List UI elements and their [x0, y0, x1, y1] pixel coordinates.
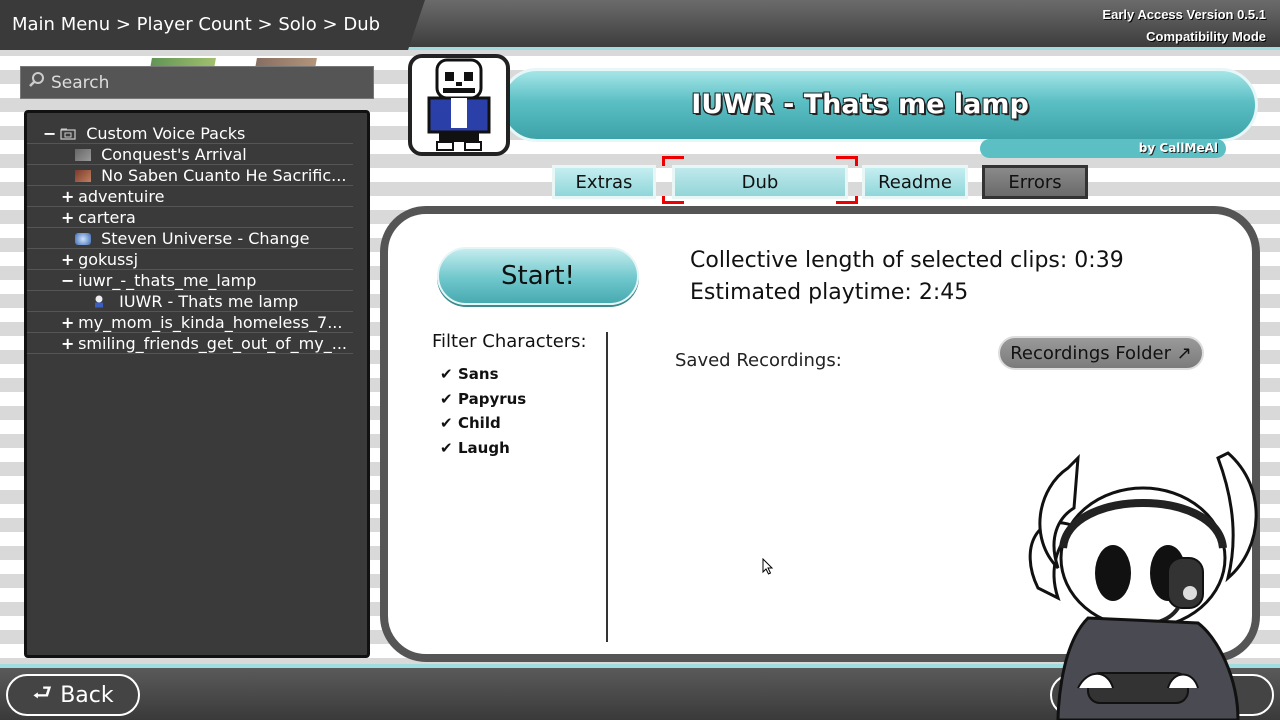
filter-label: Child — [458, 414, 501, 432]
filter-checkbox-papyrus[interactable]: ✔ Papyrus — [440, 390, 526, 408]
tree-item-label: adventuire — [78, 187, 165, 206]
check-icon: ✔ — [440, 439, 453, 457]
tab-extras[interactable]: Extras — [552, 165, 656, 199]
sans-sprite-icon — [427, 58, 491, 151]
compatibility-mode-label: Compatibility Mode — [1146, 29, 1266, 44]
tree-item-label: Custom Voice Packs — [86, 124, 246, 143]
selection-bracket — [836, 156, 858, 166]
folder-icon — [60, 124, 76, 140]
selection-bracket — [662, 196, 684, 204]
tree-item-cartera[interactable]: + cartera — [27, 207, 353, 228]
mascot-character-icon — [1028, 451, 1258, 720]
tree-item-label: my_mom_is_kinda_homeless_7... — [78, 313, 343, 332]
collective-length: Collective length of selected clips: 0:3… — [690, 248, 1124, 273]
tree-item-iuwr-pack[interactable]: IUWR - Thats me lamp — [27, 291, 353, 312]
filter-characters-title: Filter Characters: — [432, 331, 587, 352]
filter-label: Sans — [458, 365, 499, 383]
saved-recordings-title: Saved Recordings: — [675, 350, 842, 371]
tree-item-smiling-friends[interactable]: + smiling_friends_get_out_of_my_... — [27, 333, 353, 354]
expand-icon[interactable]: + — [61, 207, 74, 227]
tree-item-no-saben[interactable]: No Saben Cuanto He Sacrific... — [27, 165, 353, 186]
expand-icon[interactable]: + — [61, 249, 74, 269]
tree-item-conquests-arrival[interactable]: Conquest's Arrival — [27, 144, 353, 165]
pack-thumbnail-icon — [75, 149, 91, 161]
tree-item-label: iuwr_-_thats_me_lamp — [78, 271, 257, 290]
tree-item-label: smiling_friends_get_out_of_my_... — [78, 334, 347, 353]
vertical-divider — [606, 332, 608, 642]
collapse-icon[interactable]: − — [61, 270, 74, 290]
character-sprite-icon — [93, 292, 109, 308]
tree-item-steven-universe[interactable]: Steven Universe - Change — [27, 228, 353, 249]
back-arrow-icon: ⮐ — [32, 681, 53, 706]
filter-label: Papyrus — [458, 390, 527, 408]
tree-item-label: IUWR - Thats me lamp — [119, 292, 299, 311]
filter-checkbox-sans[interactable]: ✔ Sans — [440, 365, 499, 383]
tree-item-label: Steven Universe - Change — [101, 229, 310, 248]
filter-checkbox-child[interactable]: ✔ Child — [440, 414, 501, 432]
pack-avatar — [408, 54, 510, 156]
expand-icon[interactable]: + — [61, 312, 74, 332]
tab-errors[interactable]: Errors — [982, 165, 1088, 199]
tree-item-my-mom[interactable]: + my_mom_is_kinda_homeless_7... — [27, 312, 353, 333]
version-label: Early Access Version 0.5.1 — [1102, 7, 1266, 22]
back-button[interactable]: ⮐ Back — [6, 674, 140, 716]
start-button[interactable]: Start! — [437, 247, 639, 305]
tree-item-gokussj[interactable]: + gokussj — [27, 249, 353, 270]
pack-author: by CallMeAl — [980, 139, 1226, 158]
pack-thumbnail-icon — [75, 233, 91, 245]
tab-readme[interactable]: Readme — [862, 165, 968, 199]
voice-pack-tree[interactable]: − Custom Voice Packs Conquest's Arrival … — [24, 110, 370, 658]
pack-thumbnail-icon — [75, 170, 91, 182]
collapse-icon[interactable]: − — [43, 123, 56, 143]
pack-title: IUWR - Thats me lamp — [691, 89, 1029, 120]
back-label: Back — [60, 682, 114, 708]
tab-dub[interactable]: Dub — [672, 165, 848, 199]
tree-item-adventuire[interactable]: + adventuire — [27, 186, 353, 207]
filter-checkbox-laugh[interactable]: ✔ Laugh — [440, 439, 510, 457]
search-icon — [29, 72, 45, 93]
tree-item-iuwr-folder[interactable]: − iuwr_-_thats_me_lamp — [27, 270, 353, 291]
tree-item-label: No Saben Cuanto He Sacrific... — [101, 166, 347, 185]
tree-item-label: gokussj — [78, 250, 139, 269]
check-icon: ✔ — [440, 390, 453, 408]
selection-bracket — [662, 156, 684, 166]
tree-item-label: Conquest's Arrival — [101, 145, 247, 164]
version-info: Early Access Version 0.5.1 Compatibility… — [1102, 4, 1266, 48]
check-icon: ✔ — [440, 365, 453, 383]
breadcrumb: Main Menu > Player Count > Solo > Dub Mo… — [0, 0, 425, 50]
check-icon: ✔ — [440, 414, 453, 432]
filter-label: Laugh — [458, 439, 510, 457]
search-box[interactable] — [20, 66, 374, 99]
expand-icon[interactable]: + — [61, 186, 74, 206]
tree-item-label: cartera — [78, 208, 136, 227]
selection-bracket — [836, 196, 858, 204]
tree-item-custom-voice-packs[interactable]: − Custom Voice Packs — [27, 123, 353, 144]
mouse-cursor-icon — [762, 558, 774, 575]
expand-icon[interactable]: + — [61, 333, 74, 353]
recordings-folder-button[interactable]: Recordings Folder ↗ — [998, 336, 1204, 370]
search-input[interactable] — [51, 72, 351, 93]
estimated-playtime: Estimated playtime: 2:45 — [690, 280, 969, 305]
